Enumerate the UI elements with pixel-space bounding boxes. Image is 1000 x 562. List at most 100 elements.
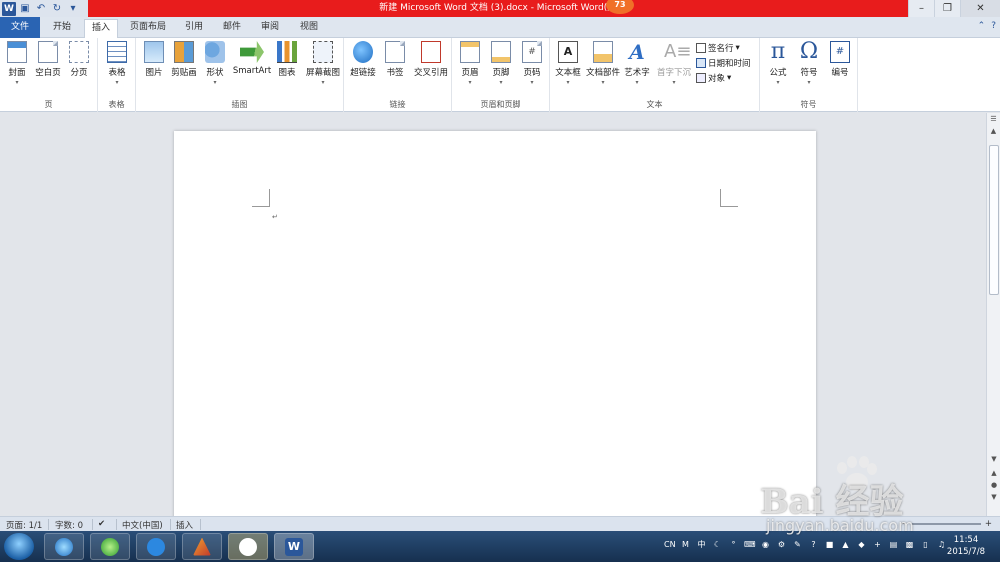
quick-parts-label: 文档部件 <box>586 68 621 78</box>
tab-file[interactable]: 文件 <box>0 17 40 38</box>
skin-icon[interactable]: ◉ <box>760 539 771 550</box>
taskbar-matlab[interactable] <box>182 533 222 560</box>
smartart-button[interactable]: SmartArt <box>232 41 272 76</box>
taskbar-ie[interactable] <box>44 533 84 560</box>
tab-review[interactable]: 审阅 <box>253 19 287 38</box>
taskbar-pen-app[interactable] <box>136 533 176 560</box>
word-app-icon[interactable]: W <box>2 1 16 16</box>
hyperlink-button[interactable]: 超链接 <box>348 41 378 78</box>
settings-icon[interactable]: ✎ <box>792 539 803 550</box>
drop-cap-button[interactable]: A≡ 首字下沉 ▾ <box>654 41 694 86</box>
page-break-label: 分页 <box>70 68 88 78</box>
blank-page-label: 空白页 <box>35 68 61 78</box>
scroll-thumb[interactable] <box>989 145 999 295</box>
help-icon[interactable]: ? <box>991 21 996 31</box>
blank-page-button[interactable]: 空白页 <box>33 41 63 78</box>
header-button[interactable]: 页眉 ▾ <box>455 41 485 86</box>
number-button[interactable]: # 编号 <box>825 41 855 78</box>
tab-home[interactable]: 开始 <box>44 19 80 38</box>
help-circle-icon[interactable]: ? <box>808 539 819 550</box>
equation-button[interactable]: π 公式 ▾ <box>763 41 793 87</box>
add-icon[interactable]: + <box>872 539 883 550</box>
table-button[interactable]: 表格 ▾ <box>102 41 132 86</box>
object-button[interactable]: 对象 ▾ <box>696 72 731 84</box>
ime-indicator[interactable]: CN <box>664 539 676 550</box>
ribbon: 封面 ▾ 空白页 分页 页 表格 ▾ 表格 图片 剪贴画 形状 ▾ SmartA… <box>0 38 1000 112</box>
symbol-button[interactable]: Ω 符号 ▾ <box>794 41 824 87</box>
battery-icon[interactable]: ▯ <box>920 539 931 550</box>
globe-icon <box>353 41 373 63</box>
security-icon[interactable]: ◆ <box>856 539 867 550</box>
tab-page-layout[interactable]: 页面布局 <box>122 19 174 38</box>
tab-insert[interactable]: 插入 <box>84 19 118 39</box>
tray-icon[interactable]: ■ <box>824 539 835 550</box>
margin-corner-top-right <box>720 189 738 207</box>
punctuation-icon[interactable]: ° <box>728 539 739 550</box>
shapes-button[interactable]: 形状 ▾ <box>200 41 230 86</box>
group-pages-label: 页 <box>44 100 53 109</box>
ime-lang-icon[interactable]: 中 <box>696 539 707 550</box>
drop-cap-label: 首字下沉 <box>656 68 691 78</box>
moon-icon[interactable]: ☾ <box>712 539 723 550</box>
signal-icon[interactable]: ▩ <box>904 539 915 550</box>
footer-button[interactable]: 页脚 ▾ <box>486 41 516 86</box>
taskbar-word[interactable]: W <box>274 533 314 560</box>
status-words[interactable]: 字数: 0 <box>55 519 83 531</box>
wordart-button[interactable]: A 艺术字 ▾ <box>622 41 652 86</box>
tab-references[interactable]: 引用 <box>178 19 210 38</box>
screenshot-button[interactable]: 屏幕截图 ▾ <box>304 41 342 86</box>
scroll-up-icon[interactable]: ▲ <box>987 125 1000 137</box>
textbox-button[interactable]: A 文本框 ▾ <box>553 41 583 86</box>
wordart-icon: A <box>629 40 645 64</box>
minimize-button[interactable]: – <box>908 0 934 17</box>
close-button[interactable]: ✕ <box>960 0 1000 17</box>
bookmark-label: 书签 <box>386 68 404 78</box>
taskbar-clock[interactable]: 11:54 2015/7/8 <box>936 534 996 558</box>
customize-qat-icon[interactable]: ▾ <box>66 2 80 16</box>
screenshot-icon <box>313 41 333 63</box>
status-language[interactable]: 中文(中国) <box>122 519 163 531</box>
tab-mailings[interactable]: 邮件 <box>216 19 248 38</box>
signature-line-button[interactable]: 签名行 ▾ <box>696 42 740 54</box>
matlab-icon <box>193 537 211 556</box>
ruler-toggle-icon[interactable]: ☰ <box>987 113 1000 125</box>
chart-button[interactable]: 图表 <box>272 41 302 78</box>
status-insert-mode[interactable]: 插入 <box>176 519 193 531</box>
object-label: 对象 <box>708 74 726 84</box>
quick-parts-button[interactable]: 文档部件 ▾ <box>586 41 620 86</box>
save-icon[interactable]: ▣ <box>18 2 32 16</box>
ribbon-tabs: 文件 开始 插入 页面布局 引用 邮件 审阅 视图 ⌃ ? <box>0 17 1000 39</box>
textbox-label: 文本框 <box>555 68 581 78</box>
ribbon-collapse-icon[interactable]: ⌃ <box>978 21 986 31</box>
start-button[interactable] <box>4 533 34 560</box>
restore-button[interactable]: ❐ <box>934 0 960 17</box>
page-number-button[interactable]: # 页码 ▾ <box>517 41 547 86</box>
wordart-label: 艺术字 <box>624 68 650 78</box>
page-break-button[interactable]: 分页 <box>64 41 94 78</box>
group-text: A 文本框 ▾ 文档部件 ▾ A 艺术字 ▾ A≡ 首字下沉 ▾ 签名行 ▾ 日… <box>550 38 760 112</box>
status-page[interactable]: 页面: 1/1 <box>6 519 42 531</box>
redo-icon[interactable]: ↻ <box>50 2 64 16</box>
chevron-down-icon: ▾ <box>15 79 19 86</box>
ime-mode-icon[interactable]: M <box>680 539 691 550</box>
network-icon[interactable]: ▤ <box>888 539 899 550</box>
cross-reference-button[interactable]: 交叉引用 <box>412 41 450 78</box>
tab-view[interactable]: 视图 <box>292 19 326 38</box>
keyboard-icon[interactable]: ⌨ <box>744 539 756 550</box>
window-title: 新建 Microsoft Word 文档 (3).docx - Microsof… <box>88 0 920 17</box>
clipart-button[interactable]: 剪贴画 <box>169 41 199 78</box>
undo-icon[interactable]: ↶ <box>34 2 48 16</box>
cover-page-button[interactable]: 封面 ▾ <box>2 41 32 86</box>
bookmark-button[interactable]: 书签 <box>380 41 410 78</box>
number-icon: # <box>830 41 850 63</box>
tools-icon[interactable]: ⚙ <box>776 539 787 550</box>
date-time-button[interactable]: 日期和时间 <box>696 57 751 69</box>
document-page[interactable]: ↵ <box>174 131 816 516</box>
taskbar-360[interactable] <box>90 533 130 560</box>
proofing-icon[interactable]: ✔ <box>98 519 105 529</box>
show-hidden-icon[interactable]: ▲ <box>840 539 851 550</box>
smartart-label: SmartArt <box>232 66 272 76</box>
taskbar-baidu[interactable] <box>228 533 268 560</box>
picture-button[interactable]: 图片 <box>139 41 169 78</box>
textbox-icon: A <box>558 41 578 63</box>
